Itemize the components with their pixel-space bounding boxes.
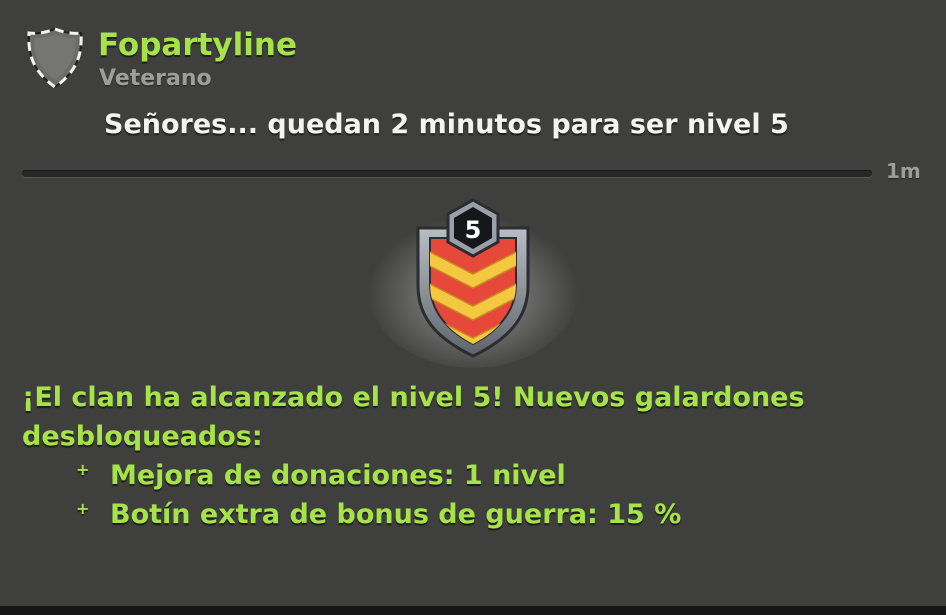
author-role: Veterano [99,66,212,91]
message-divider [22,170,872,177]
chat-message-text: Señores... quedan 2 minutos para ser niv… [104,109,789,140]
level-up-announcement: ¡El clan ha alcanzado el nivel 5! Nuevos… [22,382,805,452]
card-bottom-border [0,606,946,615]
clan-level-badge: 5 [367,198,579,368]
plus-bullet-icon: + [76,460,90,479]
reward-text: Mejora de donaciones: 1 nivel [110,460,566,491]
reward-item: + Botín extra de bonus de guerra: 15 % [76,495,681,534]
empty-shield-avatar-icon[interactable] [26,26,84,90]
reward-text: Botín extra de bonus de guerra: 15 % [110,499,682,530]
author-name[interactable]: Fopartyline [98,27,297,63]
clan-level-number: 5 [465,216,482,244]
reward-item: + Mejora de donaciones: 1 nivel [76,456,681,495]
reward-list: + Mejora de donaciones: 1 nivel + Botín ex… [76,456,681,534]
message-timestamp: 1m [886,159,921,183]
plus-bullet-icon: + [76,499,90,518]
